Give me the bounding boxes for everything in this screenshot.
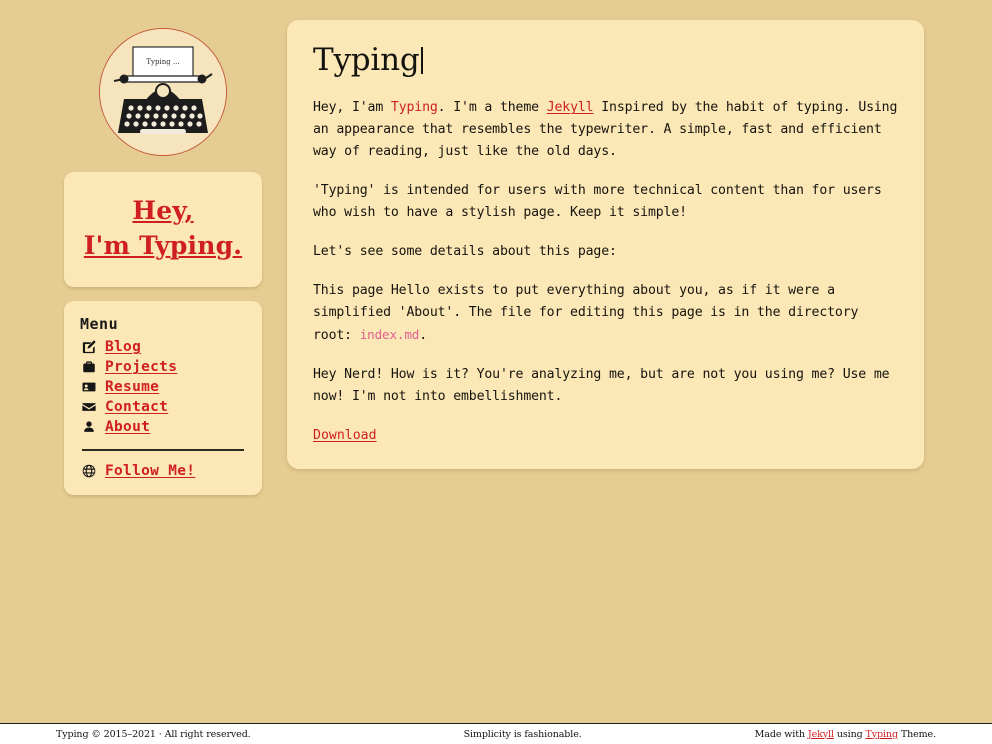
svg-text:Typing ...: Typing ... [146,58,179,66]
id-card-icon [82,380,96,394]
paragraph-details: Let's see some details about this page: [313,244,617,260]
page-title: Typing [313,42,898,79]
envelope-icon [82,400,96,414]
sidebar-item-blog[interactable]: Blog [82,337,246,357]
sidebar-item-contact[interactable]: Contact [82,397,246,417]
text-caret [420,47,423,74]
site-name-line-1: Hey, [132,196,194,225]
menu-card: Menu Blog Projects Resume Contact About … [64,301,262,495]
sidebar-item-label: Contact [105,399,169,415]
sidebar-item-follow-me[interactable]: Follow Me! [82,461,246,481]
sidebar: Typing ... Hey, I'm Typing. Menu Blog Pr… [64,20,262,495]
follow-me-label: Follow Me! [105,463,196,479]
intro-paragraph: Hey, I'am Typing. I'm a theme Jekyll Ins… [313,97,898,163]
menu-list: Blog Projects Resume Contact About [80,337,246,437]
footer-jekyll-link[interactable]: Jekyll [808,729,834,740]
main-content-card: Typing Hey, I'am Typing. I'm a theme Jek… [287,20,924,470]
sidebar-item-label: About [105,419,151,435]
page-info-text-2: . [419,328,428,344]
intro-text-2: . I'm a theme [437,100,547,116]
sidebar-item-label: Projects [105,359,178,375]
jekyll-link[interactable]: Jekyll [547,100,594,115]
page-title-text: Typing [313,42,420,78]
typing-link[interactable]: Typing [391,100,438,115]
footer-credits-text-1: Made with [754,728,808,740]
sidebar-item-about[interactable]: About [82,417,246,437]
sidebar-item-projects[interactable]: Projects [82,357,246,377]
footer-copyright: Typing © 2015–2021 · All right reserved. [56,728,251,740]
paragraph-technical: 'Typing' is intended for users with more… [313,183,882,221]
globe-icon [82,464,96,478]
sidebar-item-resume[interactable]: Resume [82,377,246,397]
briefcase-icon [82,360,96,374]
download-link[interactable]: Download [313,428,377,443]
site-name-card: Hey, I'm Typing. [64,172,262,287]
page-layout: Typing ... Hey, I'm Typing. Menu Blog Pr… [0,0,992,723]
sidebar-item-label: Resume [105,379,160,395]
typewriter-logo-icon: Typing ... [100,29,226,155]
footer-typing-link[interactable]: Typing [866,729,899,740]
user-icon [82,420,96,434]
page-root: Typing ... Hey, I'm Typing. Menu Blog Pr… [0,0,992,744]
site-name-line-2: I'm Typing. [83,230,243,260]
pen-square-icon [82,340,96,354]
avatar: Typing ... [99,28,227,156]
paragraph-page-info: This page Hello exists to put everything… [313,280,898,347]
index-md-code: index.md [359,327,420,343]
footer-credits: Made with Jekyll using Typing Theme. [755,729,936,740]
sidebar-item-label: Blog [105,339,142,355]
page-footer: Typing © 2015–2021 · All right reserved.… [0,723,992,744]
intro-text-1: Hey, I'am [313,100,391,116]
footer-tagline: Simplicity is fashionable. [463,728,582,740]
menu-divider [82,449,244,451]
footer-credits-text-2: using [833,728,866,740]
paragraph-nerd: Hey Nerd! How is it? You're analyzing me… [313,367,890,405]
menu-heading: Menu [80,315,119,333]
footer-credits-text-3: Theme. [897,728,936,740]
